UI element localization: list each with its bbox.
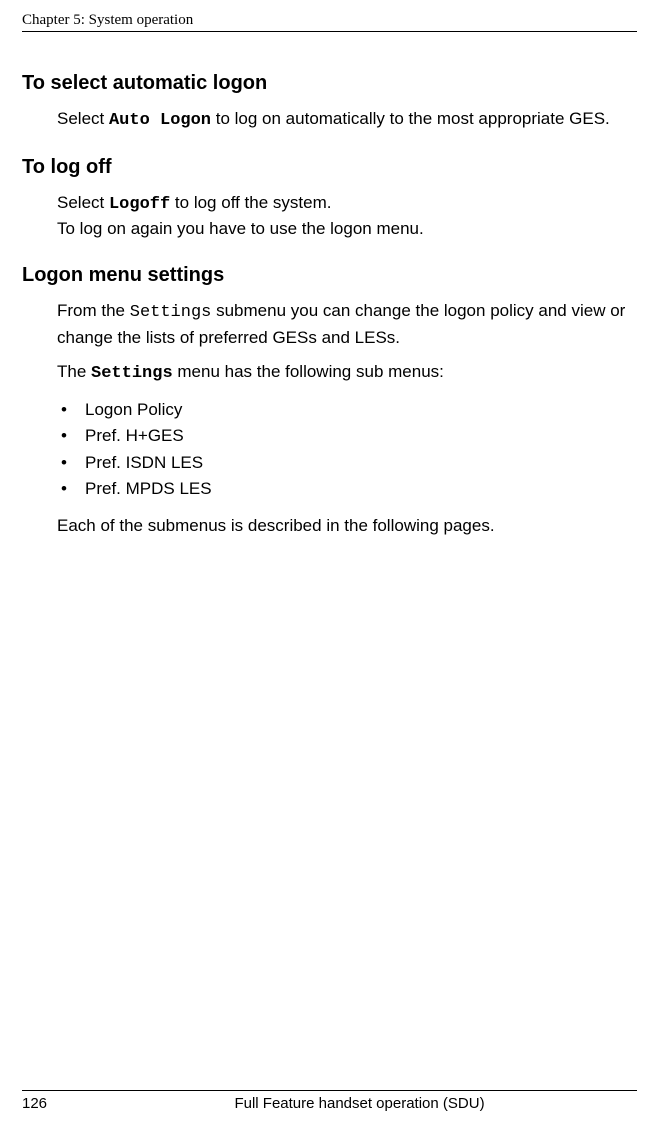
text-run: to log off the system. — [170, 193, 331, 212]
list-item: Pref. ISDN LES — [57, 450, 637, 476]
footer-title: Full Feature handset operation (SDU) — [82, 1095, 637, 1112]
text-run: menu has the following sub menus: — [173, 362, 444, 381]
text-run: to log on automatically to the most appr… — [211, 109, 610, 128]
heading-logon-menu-settings: Logon menu settings — [22, 264, 637, 287]
text-run: From the — [57, 301, 130, 320]
text-run: To log on again you have to use the logo… — [57, 219, 424, 238]
list-item: Pref. H+GES — [57, 423, 637, 449]
para-automatic-logon: Select Auto Logon to log on automaticall… — [57, 107, 637, 134]
code-logoff: Logoff — [109, 195, 170, 214]
running-header: Chapter 5: System operation — [22, 12, 637, 32]
text-run: Select — [57, 109, 109, 128]
heading-log-off: To log off — [22, 156, 637, 179]
settings-submenu-list: Logon Policy Pref. H+GES Pref. ISDN LES … — [57, 397, 637, 502]
para-log-off: Select Logoff to log off the system. To … — [57, 191, 637, 242]
code-auto-logon: Auto Logon — [109, 111, 211, 130]
text-run: The — [57, 362, 91, 381]
code-settings: Settings — [130, 303, 212, 322]
para-settings-3: Each of the submenus is described in the… — [57, 514, 637, 539]
list-item: Pref. MPDS LES — [57, 476, 637, 502]
code-settings-bold: Settings — [91, 364, 173, 383]
heading-automatic-logon: To select automatic logon — [22, 72, 637, 95]
para-settings-1: From the Settings submenu you can change… — [57, 299, 637, 350]
text-run: Select — [57, 193, 109, 212]
page-number: 126 — [22, 1095, 82, 1112]
page-footer: 126 Full Feature handset operation (SDU) — [22, 1090, 637, 1112]
list-item: Logon Policy — [57, 397, 637, 423]
para-settings-2: The Settings menu has the following sub … — [57, 360, 637, 387]
